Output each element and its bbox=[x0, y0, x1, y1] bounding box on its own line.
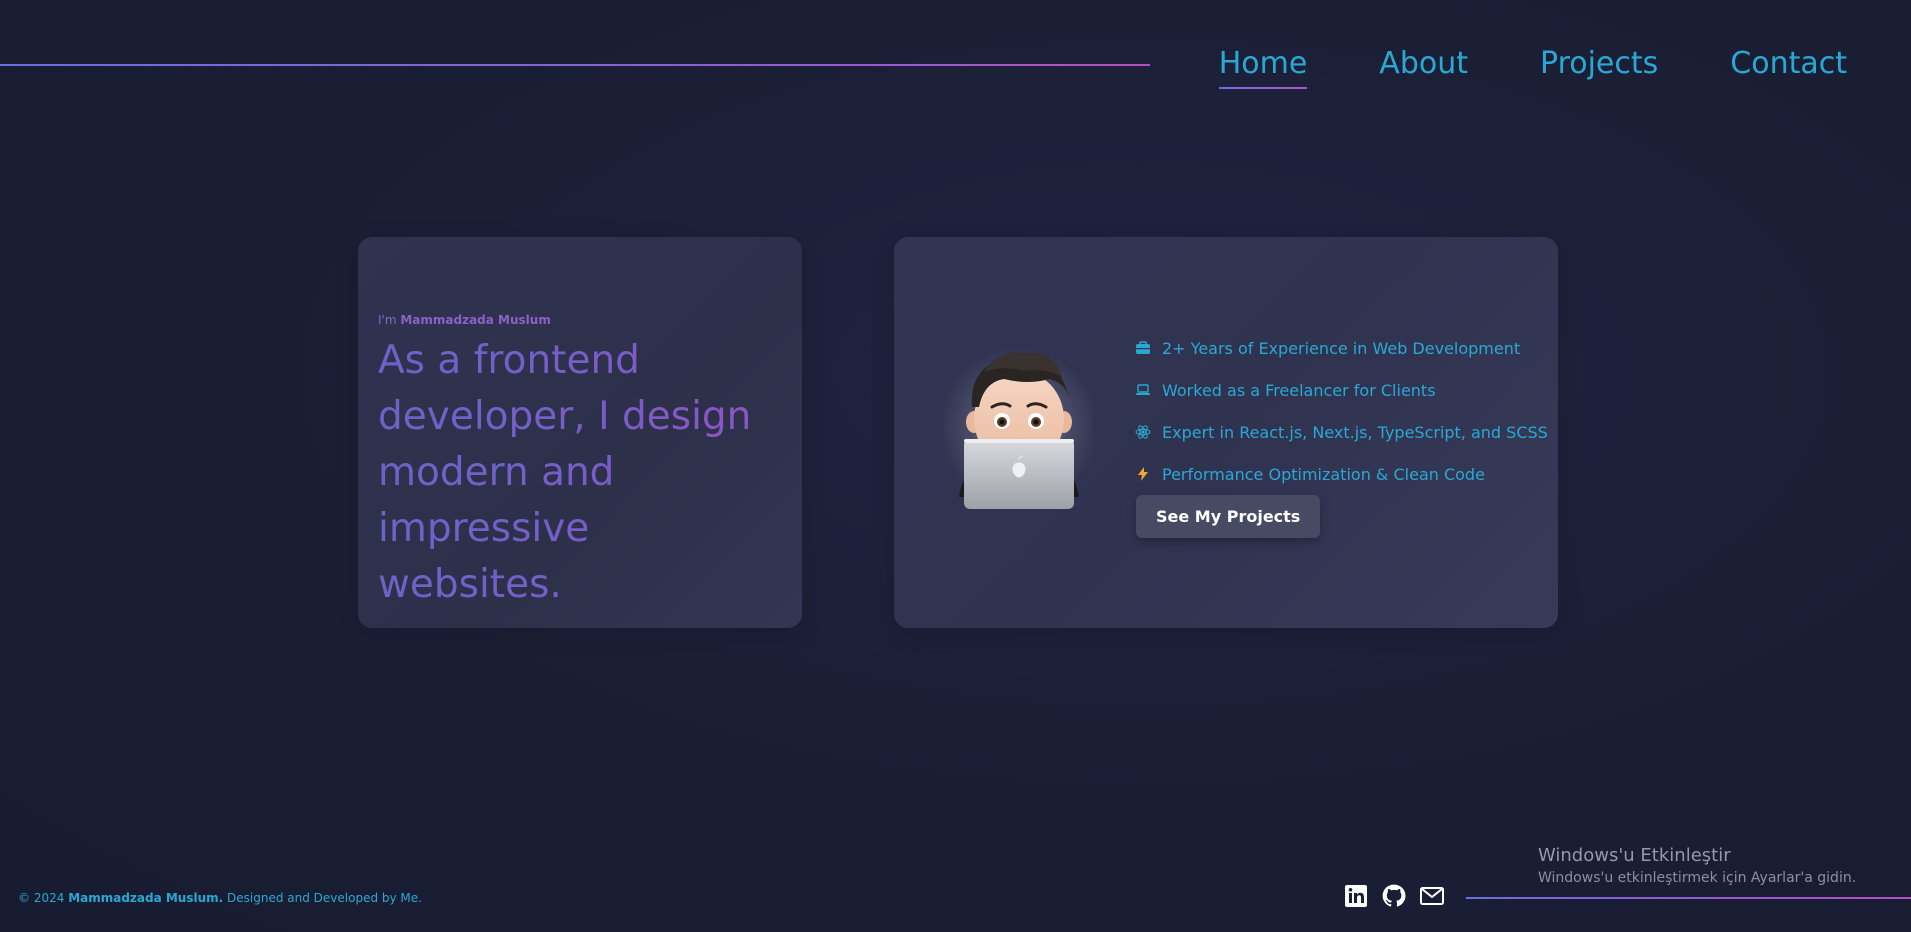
copyright-name: Mammadzada Muslum. bbox=[68, 891, 224, 905]
footer-copyright: © 2024 Mammadzada Muslum. Designed and D… bbox=[18, 891, 422, 905]
linkedin-icon[interactable] bbox=[1343, 883, 1369, 909]
main-nav: Home About Projects Contact bbox=[1218, 46, 1847, 89]
feature-label: 2+ Years of Experience in Web Developmen… bbox=[1162, 338, 1521, 358]
features-list: 2+ Years of Experience in Web Developmen… bbox=[1134, 327, 1548, 495]
feature-item: Performance Optimization & Clean Code bbox=[1134, 453, 1548, 495]
bolt-icon bbox=[1134, 465, 1152, 483]
intro-name: Mammadzada Muslum bbox=[400, 313, 551, 327]
intro-line: I'm Mammadzada Muslum bbox=[378, 313, 551, 327]
feature-item: Expert in React.js, Next.js, TypeScript,… bbox=[1134, 411, 1548, 453]
laptop-icon bbox=[1134, 381, 1152, 399]
feature-label: Expert in React.js, Next.js, TypeScript,… bbox=[1162, 422, 1548, 442]
react-icon bbox=[1134, 423, 1152, 441]
hero-headline: As a frontend developer, I design modern… bbox=[378, 333, 778, 613]
nav-home[interactable]: Home bbox=[1218, 46, 1307, 89]
mail-icon[interactable] bbox=[1419, 883, 1445, 909]
briefcase-icon bbox=[1134, 339, 1152, 357]
nav-projects[interactable]: Projects bbox=[1540, 46, 1658, 85]
social-links bbox=[1343, 883, 1445, 909]
nav-about[interactable]: About bbox=[1379, 46, 1468, 85]
watermark-title: Windows'u Etkinleştir bbox=[1538, 845, 1731, 866]
features-card: 2+ Years of Experience in Web Developmen… bbox=[894, 237, 1558, 628]
footer-divider-line bbox=[1466, 897, 1911, 899]
header-divider-line bbox=[0, 64, 1150, 66]
windows-activation-watermark: Windows'u Etkinleştir Windows'u etkinleş… bbox=[1538, 845, 1856, 886]
copyright-suffix: Designed and Developed by Me. bbox=[227, 891, 422, 905]
nav-contact[interactable]: Contact bbox=[1730, 46, 1847, 85]
intro-prefix: I'm bbox=[378, 313, 397, 327]
memoji-avatar bbox=[939, 327, 1099, 517]
feature-label: Worked as a Freelancer for Clients bbox=[1162, 380, 1436, 400]
intro-card: I'm Mammadzada Muslum As a frontend deve… bbox=[358, 237, 802, 628]
feature-item: Worked as a Freelancer for Clients bbox=[1134, 369, 1548, 411]
copyright-prefix: © 2024 bbox=[18, 891, 65, 905]
see-projects-button[interactable]: See My Projects bbox=[1136, 495, 1321, 538]
feature-item: 2+ Years of Experience in Web Developmen… bbox=[1134, 327, 1548, 369]
github-icon[interactable] bbox=[1381, 883, 1407, 909]
watermark-subtitle: Windows'u etkinleştirmek için Ayarlar'a … bbox=[1538, 870, 1857, 886]
feature-label: Performance Optimization & Clean Code bbox=[1162, 464, 1485, 484]
